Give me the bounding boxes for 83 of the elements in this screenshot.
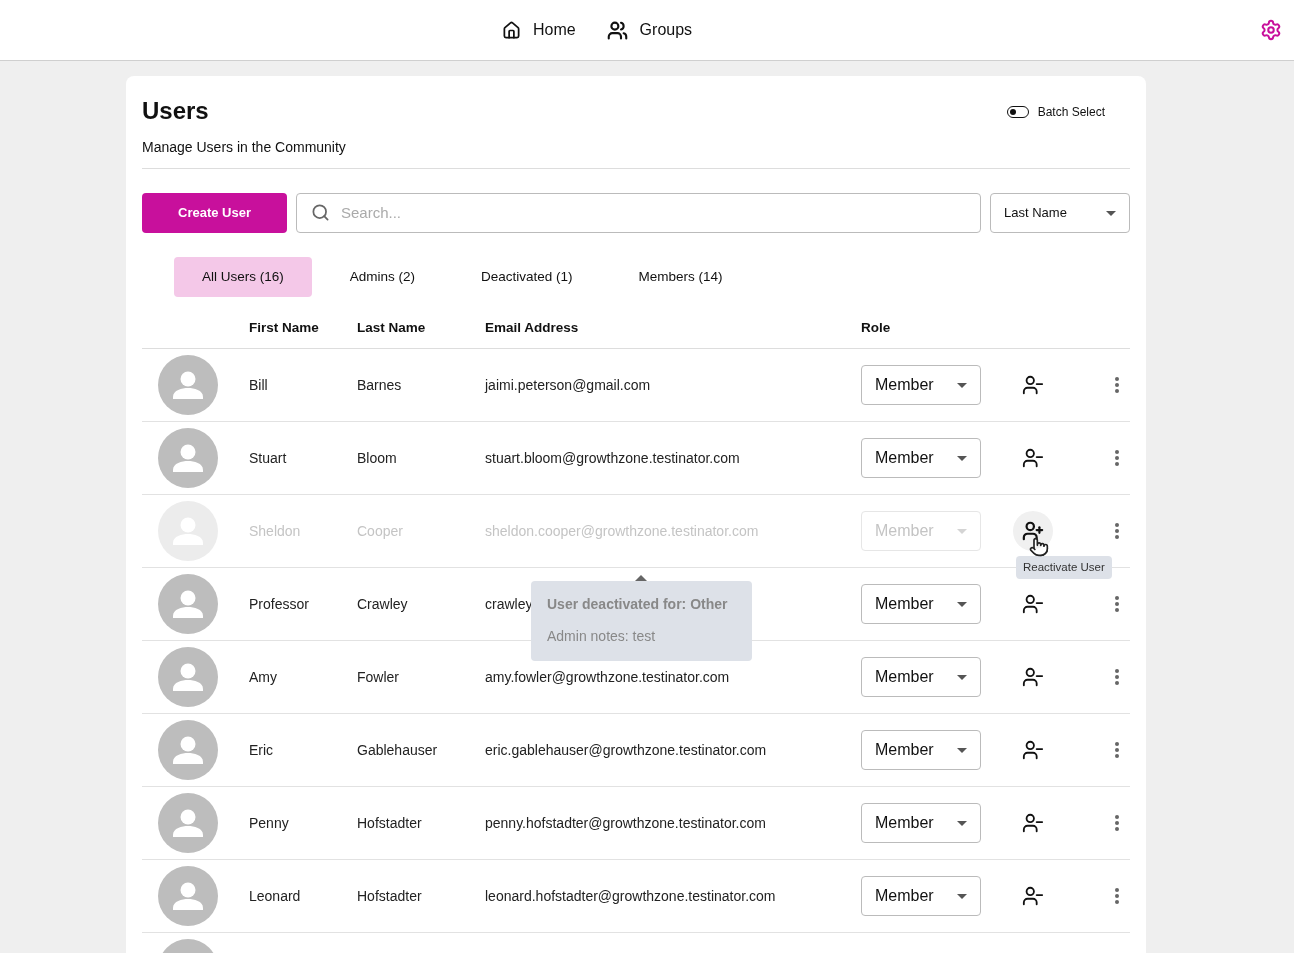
caret-icon <box>1106 210 1116 216</box>
more-icon <box>1115 450 1119 466</box>
role-select[interactable]: Member <box>861 438 981 478</box>
sort-select[interactable]: Last Name <box>990 193 1130 233</box>
more-icon <box>1115 596 1119 612</box>
first-name-cell: Amy <box>249 668 277 685</box>
role-select[interactable]: Member <box>861 876 981 916</box>
page-title: Users <box>142 96 210 126</box>
column-header: Role <box>861 320 891 336</box>
user-minus-icon <box>1022 593 1044 615</box>
filter-tab[interactable]: All Users (16) <box>174 257 312 297</box>
more-icon <box>1115 669 1119 685</box>
first-name-cell: Professor <box>249 595 309 612</box>
caret-icon <box>957 382 967 388</box>
search-field[interactable]: Search... <box>296 193 981 233</box>
user-minus-icon <box>1022 447 1044 469</box>
caret-icon <box>957 747 967 753</box>
email-cell: leonard.hofstadter@growthzone.testinator.com <box>485 887 776 904</box>
caret-icon <box>957 893 967 899</box>
filter-tab[interactable]: Admins (2) <box>321 257 444 297</box>
create-user-button[interactable]: Create User <box>142 193 287 233</box>
add-user-button[interactable] <box>1013 511 1053 551</box>
deactivation-reason: User deactivated for: Other <box>547 595 729 614</box>
user-minus-icon <box>1022 885 1044 907</box>
email-cell: sheldon.cooper@growthzone.testinator.com <box>485 522 759 539</box>
caret-icon <box>957 674 967 680</box>
home-icon <box>501 20 521 40</box>
email-cell: eric.gablehauser@growthzone.testinator.com <box>485 741 767 758</box>
email-cell: crawley <box>485 595 533 612</box>
role-select[interactable]: Member <box>861 730 981 770</box>
more-icon <box>1115 523 1119 539</box>
filter-tab[interactable]: Deactivated (1) <box>453 257 601 297</box>
role-select[interactable]: Member <box>861 657 981 697</box>
caret-icon <box>957 528 967 534</box>
page-subtitle: Manage Users in the Community <box>142 138 346 157</box>
first-name-cell: Bill <box>249 376 268 393</box>
settings-button[interactable] <box>1260 19 1282 41</box>
user-minus-icon <box>1022 739 1044 761</box>
last-name-cell: Crawley <box>357 595 408 612</box>
column-header: Email Address <box>485 320 579 336</box>
email-cell: jaimi.peterson@gmail.com <box>485 376 651 393</box>
group-icon <box>606 19 628 41</box>
admin-notes: Admin notes: test <box>547 627 657 646</box>
role-select[interactable]: Member <box>861 365 981 405</box>
more-icon <box>1115 742 1119 758</box>
caret-icon <box>957 455 967 461</box>
first-name-cell: Penny <box>249 814 289 831</box>
more-icon <box>1115 815 1119 831</box>
role-select[interactable]: Member <box>861 803 981 843</box>
user-minus-icon <box>1022 666 1044 688</box>
more-icon <box>1115 377 1119 393</box>
search-icon <box>311 203 330 222</box>
email-cell: amy.fowler@growthzone.testinator.com <box>485 668 730 685</box>
first-name-cell: Stuart <box>249 449 287 466</box>
email-cell: penny.hofstadter@growthzone.testinator.com <box>485 814 766 831</box>
reactivate-tooltip: Reactivate User <box>1016 556 1112 580</box>
column-header: First Name <box>249 320 319 336</box>
user-plus-icon <box>1022 520 1044 542</box>
last-name-cell: Barnes <box>357 376 402 393</box>
email-cell: stuart.bloom@growthzone.testinator.com <box>485 449 740 466</box>
last-name-cell: Cooper <box>357 522 403 539</box>
more-icon <box>1115 888 1119 904</box>
column-header: Last Name <box>357 320 426 336</box>
user-minus-icon <box>1022 374 1044 396</box>
nav-link[interactable]: Home <box>501 18 576 42</box>
hand-cursor-icon <box>1029 537 1049 557</box>
batch-select-toggle[interactable]: Batch Select <box>1006 103 1105 121</box>
nav-link[interactable]: Groups <box>606 18 693 42</box>
role-select[interactable]: Member <box>861 584 981 624</box>
tooltip-arrow-icon <box>635 575 647 581</box>
first-name-cell: Leonard <box>249 887 301 904</box>
last-name-cell: Hofstadter <box>357 887 422 904</box>
caret-icon <box>957 601 967 607</box>
user-minus-icon <box>1022 812 1044 834</box>
last-name-cell: Fowler <box>357 668 399 685</box>
first-name-cell: Eric <box>249 741 274 758</box>
settings-icon <box>1260 19 1282 41</box>
last-name-cell: Gablehauser <box>357 741 438 758</box>
first-name-cell: Sheldon <box>249 522 301 539</box>
last-name-cell: Bloom <box>357 449 397 466</box>
last-name-cell: Hofstadter <box>357 814 422 831</box>
filter-tab[interactable]: Members (14) <box>610 257 751 297</box>
caret-icon <box>957 820 967 826</box>
